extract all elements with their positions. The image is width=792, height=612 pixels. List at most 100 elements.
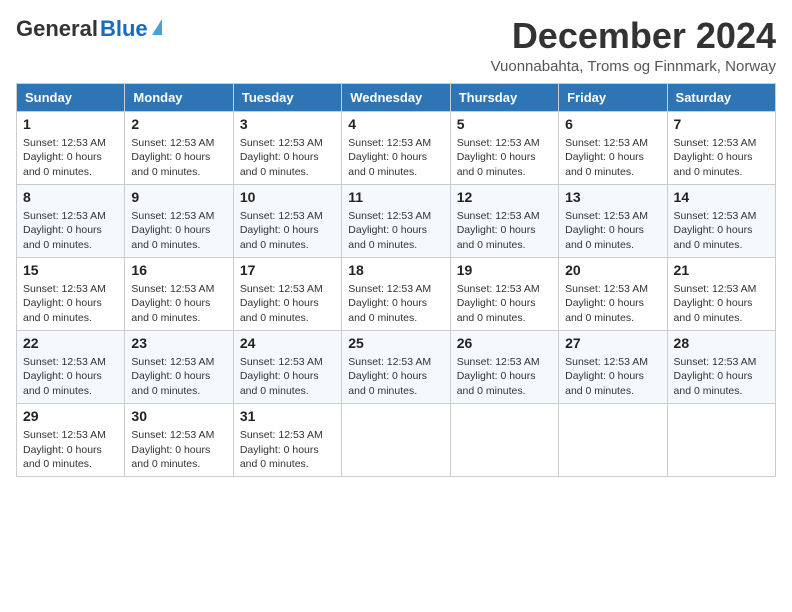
day-info: Sunset: 12:53 AM Daylight: 0 hours and 0… <box>348 355 443 399</box>
page-header: General Blue December 2024 Vuonnabahta, … <box>16 16 776 75</box>
day-number: 7 <box>674 116 769 132</box>
day-number: 21 <box>674 262 769 278</box>
day-number: 18 <box>348 262 443 278</box>
day-info: Sunset: 12:53 AM Daylight: 0 hours and 0… <box>348 282 443 326</box>
day-info: Sunset: 12:53 AM Daylight: 0 hours and 0… <box>23 355 118 399</box>
month-year-title: December 2024 <box>491 16 776 56</box>
day-info: Sunset: 12:53 AM Daylight: 0 hours and 0… <box>240 428 335 472</box>
calendar-week-row: 15 Sunset: 12:53 AM Daylight: 0 hours and… <box>17 257 776 330</box>
day-number: 11 <box>348 189 443 205</box>
header-saturday: Saturday <box>667 83 775 111</box>
calendar-day-cell[interactable]: 30Sunset: 12:53 AM Daylight: 0 hours and… <box>125 403 233 476</box>
day-info: Sunset: 12:53 AM Daylight: 0 hours and 0… <box>565 136 660 180</box>
title-block: December 2024 Vuonnabahta, Troms og Finn… <box>491 16 776 75</box>
day-number: 25 <box>348 335 443 351</box>
calendar-day-cell[interactable]: 8 Sunset: 12:53 AM Daylight: 0 hours and … <box>17 184 125 257</box>
calendar-day-cell[interactable] <box>559 403 667 476</box>
day-number: 1 <box>23 116 118 132</box>
day-info: Sunset: 12:53 AM Daylight: 0 hours and 0… <box>23 136 118 180</box>
header-sunday: Sunday <box>17 83 125 111</box>
calendar-day-cell[interactable]: 16Sunset: 12:53 AM Daylight: 0 hours and… <box>125 257 233 330</box>
day-info: Sunset: 12:53 AM Daylight: 0 hours and 0… <box>348 136 443 180</box>
logo-blue-text: Blue <box>100 16 148 42</box>
weekday-header-row: Sunday Monday Tuesday Wednesday Thursday… <box>17 83 776 111</box>
day-number: 17 <box>240 262 335 278</box>
calendar-day-cell[interactable]: 29 Sunset: 12:53 AM Daylight: 0 hours and… <box>17 403 125 476</box>
day-info: Sunset: 12:53 AM Daylight: 0 hours and 0… <box>348 209 443 253</box>
calendar-week-row: 1 Sunset: 12:53 AM Daylight: 0 hours and … <box>17 111 776 184</box>
day-info: Sunset: 12:53 AM Daylight: 0 hours and 0… <box>565 355 660 399</box>
calendar-day-cell[interactable]: 26 Sunset: 12:53 AM Daylight: 0 hours and… <box>450 330 558 403</box>
day-info: Sunset: 12:53 AM Daylight: 0 hours and 0… <box>240 209 335 253</box>
day-number: 20 <box>565 262 660 278</box>
day-number: 10 <box>240 189 335 205</box>
day-number: 28 <box>674 335 769 351</box>
day-number: 9 <box>131 189 226 205</box>
day-info: Sunset: 12:53 AM Daylight: 0 hours and 0… <box>131 209 226 253</box>
day-number: 27 <box>565 335 660 351</box>
calendar-day-cell[interactable]: 15Sunset: 12:53 AM Daylight: 0 hours and… <box>17 257 125 330</box>
calendar-week-row: 22Sunset: 12:53 AM Daylight: 0 hours and… <box>17 330 776 403</box>
calendar-day-cell[interactable]: 11 Sunset: 12:53 AM Daylight: 0 hours and… <box>342 184 450 257</box>
calendar-day-cell[interactable]: 5 Sunset: 12:53 AM Daylight: 0 hours and … <box>450 111 558 184</box>
calendar-day-cell[interactable]: 7Sunset: 12:53 AM Daylight: 0 hours and … <box>667 111 775 184</box>
day-info: Sunset: 12:53 AM Daylight: 0 hours and 0… <box>457 355 552 399</box>
day-info: Sunset: 12:53 AM Daylight: 0 hours and 0… <box>565 282 660 326</box>
calendar-week-row: 29 Sunset: 12:53 AM Daylight: 0 hours and… <box>17 403 776 476</box>
calendar-day-cell[interactable] <box>342 403 450 476</box>
day-number: 13 <box>565 189 660 205</box>
calendar-day-cell[interactable]: 4 Sunset: 12:53 AM Daylight: 0 hours and … <box>342 111 450 184</box>
calendar-day-cell[interactable]: 3Sunset: 12:53 AM Daylight: 0 hours and … <box>233 111 341 184</box>
calendar-day-cell[interactable]: 28 Sunset: 12:53 AM Daylight: 0 hours and… <box>667 330 775 403</box>
day-number: 12 <box>457 189 552 205</box>
calendar-day-cell[interactable] <box>667 403 775 476</box>
calendar-day-cell[interactable]: 24Sunset: 12:53 AM Daylight: 0 hours and… <box>233 330 341 403</box>
day-number: 31 <box>240 408 335 424</box>
day-number: 5 <box>457 116 552 132</box>
calendar-day-cell[interactable]: 20 Sunset: 12:53 AM Daylight: 0 hours and… <box>559 257 667 330</box>
day-number: 8 <box>23 189 118 205</box>
calendar-day-cell[interactable]: 2Sunset: 12:53 AM Daylight: 0 hours and … <box>125 111 233 184</box>
calendar-day-cell[interactable]: 12Sunset: 12:53 AM Daylight: 0 hours and… <box>450 184 558 257</box>
day-number: 15 <box>23 262 118 278</box>
header-friday: Friday <box>559 83 667 111</box>
calendar-day-cell[interactable]: 21Sunset: 12:53 AM Daylight: 0 hours and… <box>667 257 775 330</box>
header-monday: Monday <box>125 83 233 111</box>
logo-arrow-icon <box>152 19 162 35</box>
header-wednesday: Wednesday <box>342 83 450 111</box>
day-info: Sunset: 12:53 AM Daylight: 0 hours and 0… <box>457 282 552 326</box>
calendar-day-cell[interactable]: 27 Sunset: 12:53 AM Daylight: 0 hours and… <box>559 330 667 403</box>
calendar-day-cell[interactable]: 17 Sunset: 12:53 AM Daylight: 0 hours and… <box>233 257 341 330</box>
day-info: Sunset: 12:53 AM Daylight: 0 hours and 0… <box>565 209 660 253</box>
calendar-day-cell[interactable]: 31 Sunset: 12:53 AM Daylight: 0 hours and… <box>233 403 341 476</box>
calendar-day-cell[interactable]: 9 Sunset: 12:53 AM Daylight: 0 hours and … <box>125 184 233 257</box>
day-info: Sunset: 12:53 AM Daylight: 0 hours and 0… <box>674 355 769 399</box>
calendar-day-cell[interactable]: 22Sunset: 12:53 AM Daylight: 0 hours and… <box>17 330 125 403</box>
day-number: 6 <box>565 116 660 132</box>
calendar-day-cell[interactable] <box>450 403 558 476</box>
logo-general-text: General <box>16 16 98 42</box>
day-info: Sunset: 12:53 AM Daylight: 0 hours and 0… <box>240 136 335 180</box>
day-number: 29 <box>23 408 118 424</box>
day-info: Sunset: 12:53 AM Daylight: 0 hours and 0… <box>23 428 118 472</box>
calendar-day-cell[interactable]: 14Sunset: 12:53 AM Daylight: 0 hours and… <box>667 184 775 257</box>
calendar-day-cell[interactable]: 10 Sunset: 12:53 AM Daylight: 0 hours and… <box>233 184 341 257</box>
calendar-day-cell[interactable]: 23Sunset: 12:53 AM Daylight: 0 hours and… <box>125 330 233 403</box>
day-info: Sunset: 12:53 AM Daylight: 0 hours and 0… <box>457 136 552 180</box>
calendar-table: Sunday Monday Tuesday Wednesday Thursday… <box>16 83 776 477</box>
calendar-day-cell[interactable]: 1 Sunset: 12:53 AM Daylight: 0 hours and … <box>17 111 125 184</box>
day-info: Sunset: 12:53 AM Daylight: 0 hours and 0… <box>23 209 118 253</box>
day-number: 26 <box>457 335 552 351</box>
calendar-day-cell[interactable]: 18 Sunset: 12:53 AM Daylight: 0 hours and… <box>342 257 450 330</box>
day-number: 30 <box>131 408 226 424</box>
day-number: 16 <box>131 262 226 278</box>
calendar-body: 1 Sunset: 12:53 AM Daylight: 0 hours and … <box>17 111 776 476</box>
calendar-day-cell[interactable]: 13 Sunset: 12:53 AM Daylight: 0 hours and… <box>559 184 667 257</box>
location-subtitle: Vuonnabahta, Troms og Finnmark, Norway <box>491 58 776 75</box>
day-number: 4 <box>348 116 443 132</box>
day-info: Sunset: 12:53 AM Daylight: 0 hours and 0… <box>131 355 226 399</box>
calendar-day-cell[interactable]: 19Sunset: 12:53 AM Daylight: 0 hours and… <box>450 257 558 330</box>
day-info: Sunset: 12:53 AM Daylight: 0 hours and 0… <box>240 282 335 326</box>
calendar-day-cell[interactable]: 25 Sunset: 12:53 AM Daylight: 0 hours and… <box>342 330 450 403</box>
calendar-day-cell[interactable]: 6 Sunset: 12:53 AM Daylight: 0 hours and … <box>559 111 667 184</box>
